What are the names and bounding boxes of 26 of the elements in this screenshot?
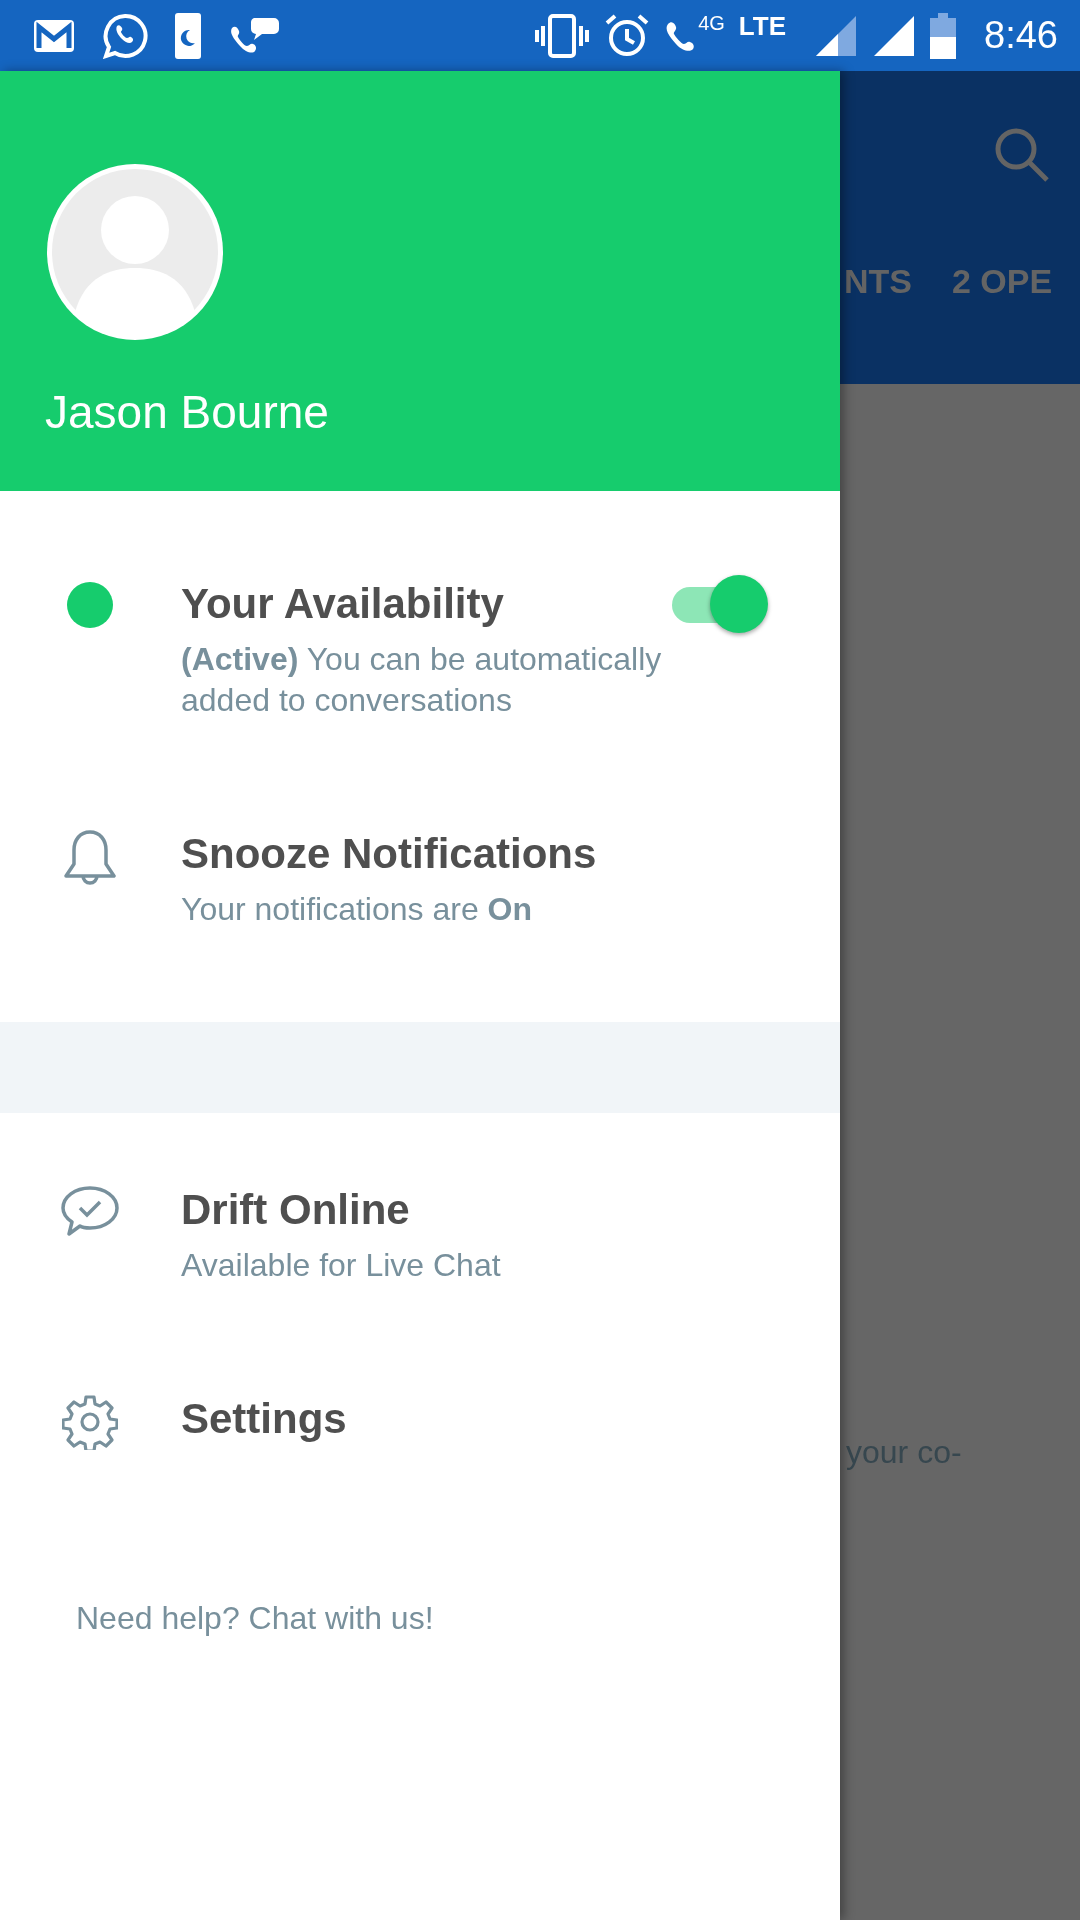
item-title: Snooze Notifications [181, 829, 598, 879]
search-icon[interactable] [994, 127, 1050, 183]
clock-time: 8:46 [984, 14, 1058, 57]
menu-item[interactable]: Drift Online Available for Live Chat [45, 1185, 770, 1286]
menu-item[interactable]: Settings [45, 1394, 770, 1450]
vibrate-icon [534, 13, 591, 58]
item-title: Drift Online [181, 1185, 411, 1235]
item-subtitle: Your notifications are On [181, 890, 533, 929]
item-title: Settings [181, 1394, 348, 1444]
item-title: Your Availability [181, 579, 505, 629]
item-subtitle: (Active) You can be automatically added to conversations [181, 640, 663, 720]
mail-icon [32, 17, 76, 54]
settings-icon [62, 1394, 118, 1450]
battery-icon [930, 12, 957, 59]
network-label: LTE [738, 11, 787, 42]
network-type-label: 4G [698, 11, 725, 35]
chat-check-icon [60, 1185, 120, 1237]
moon-phone-icon [174, 11, 202, 60]
alarm-icon [604, 12, 651, 59]
menu-item[interactable]: Your Availability (Active) You can be automatically added to conversations [45, 579, 770, 721]
menu-item[interactable]: Snooze Notifications Your notifications are On [45, 829, 770, 930]
phone-bubble-icon [102, 12, 148, 59]
item-subtitle: Available for Live Chat [181, 1246, 502, 1285]
user-name: Jason Bourne [45, 385, 330, 440]
bell-icon [64, 829, 116, 887]
availability-switch[interactable] [670, 573, 770, 635]
